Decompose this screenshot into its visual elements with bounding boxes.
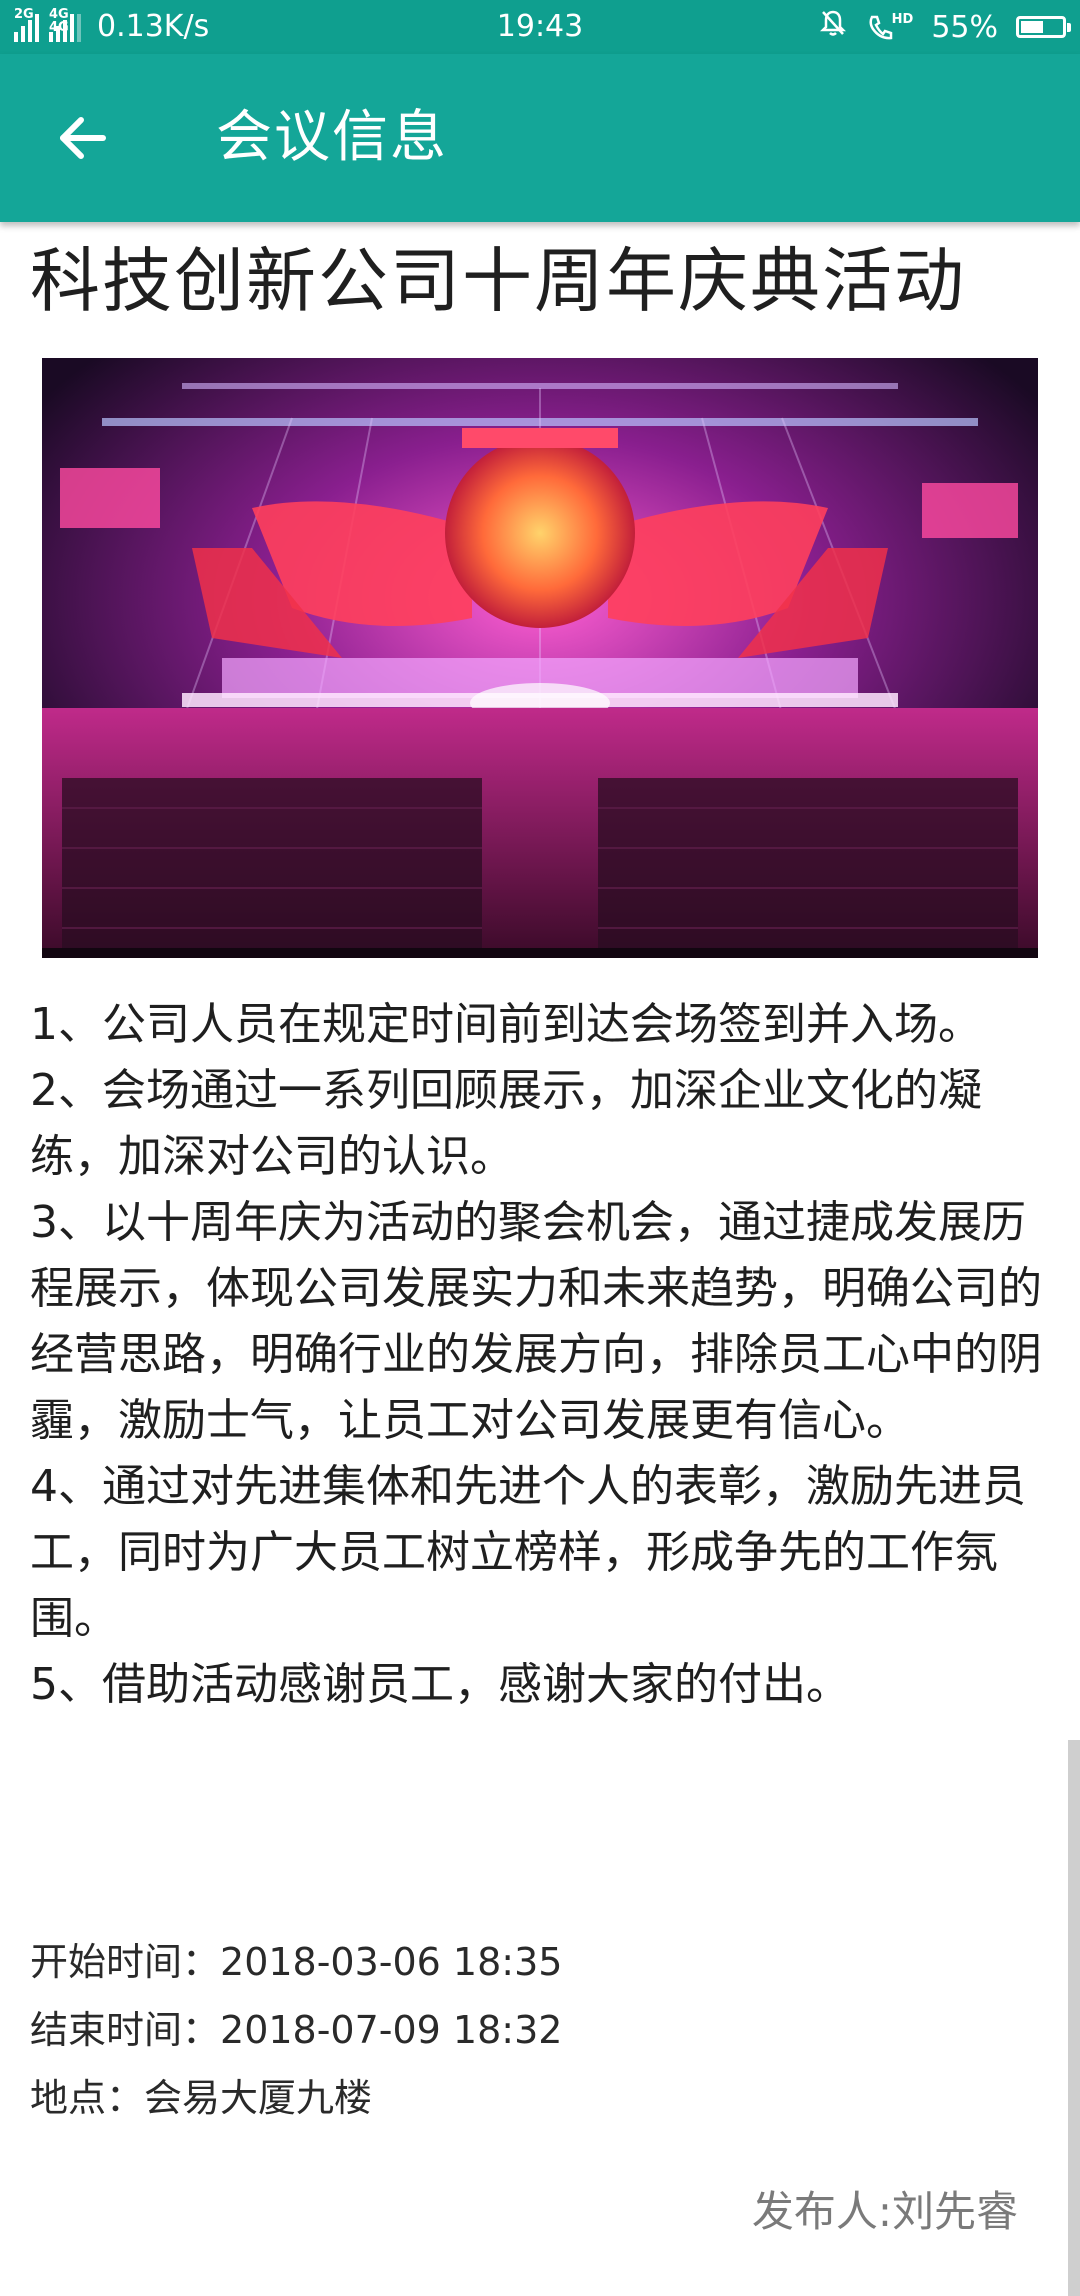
bell-muted-icon [818, 8, 848, 46]
description-item-3: 3、以十周年庆为活动的聚会机会，通过捷成发展历程展示，体现公司发展实力和未来趋势… [30, 1197, 1042, 1446]
start-time-value: 2018-03-06 18:35 [220, 1940, 563, 1984]
description-item-2: 2、会场通过一系列回顾展示，加深企业文化的凝练，加深对公司的认识。 [30, 1065, 982, 1182]
back-button[interactable] [50, 106, 114, 170]
start-time-row: 开始时间：2018-03-06 18:35 [30, 1928, 1030, 1996]
arrow-left-icon [60, 117, 106, 159]
event-title: 科技创新公司十周年庆典活动 [30, 240, 966, 322]
end-time-value: 2018-07-09 18:32 [220, 2008, 563, 2052]
scrollbar[interactable] [1068, 1740, 1080, 2296]
description-item-4: 4、通过对先进集体和先进个人的表彰，激励先进员工，同时为广大员工树立榜样，形成争… [30, 1461, 1026, 1644]
battery-icon [1016, 16, 1071, 38]
end-time-label: 结束时间： [30, 2008, 221, 2052]
status-right: HD 55% [818, 8, 1071, 46]
app-bar: 会议信息 [0, 54, 1080, 222]
description-item-5: 5、借助活动感谢员工，感谢大家的付出。 [30, 1659, 850, 1710]
location-value: 会易大厦九楼 [144, 2076, 373, 2120]
location-label: 地点： [30, 2076, 145, 2120]
end-time-row: 结束时间：2018-07-09 18:32 [30, 1996, 1030, 2064]
location-row: 地点：会易大厦九楼 [30, 2064, 1030, 2132]
description-item-1: 1、公司人员在规定时间前到达会场签到并入场。 [30, 999, 982, 1050]
event-photo[interactable] [42, 358, 1038, 958]
status-bar: 2G 4G 4G 0.13K/s 19:43 HD 55% [0, 0, 1080, 54]
hd-call-icon: HD [866, 12, 914, 42]
stage-illustration [42, 358, 1038, 958]
battery-fill [1021, 21, 1043, 33]
publisher: 发布人:刘先睿 [751, 2187, 1018, 2236]
start-time-label: 开始时间： [30, 1940, 221, 1984]
event-meta: 开始时间：2018-03-06 18:35 结束时间：2018-07-09 18… [30, 1928, 1030, 2132]
hd-label: HD [891, 12, 914, 27]
page-title: 会议信息 [216, 105, 448, 170]
event-description: 1、公司人员在规定时间前到达会场签到并入场。 2、会场通过一系列回顾展示，加深企… [30, 992, 1050, 1718]
battery-percent: 55% [931, 9, 998, 45]
